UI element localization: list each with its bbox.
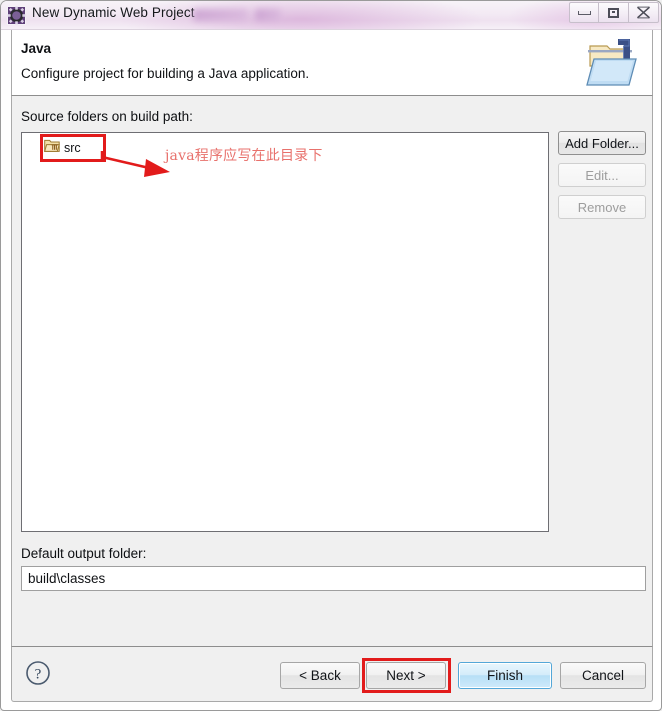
title-bar[interactable]: New Dynamic Web Project: [1, 1, 661, 30]
annotation-highlight-box: [40, 134, 106, 162]
minimize-icon[interactable]: [569, 2, 599, 23]
next-button[interactable]: Next >: [366, 662, 446, 689]
wizard-page-body: Source folders on build path: src java程序…: [11, 96, 653, 646]
wizard-window: New Dynamic Web Project Java Configure p…: [0, 0, 662, 711]
redacted-title-suffix-2: [255, 9, 281, 21]
page-description: Configure project for building a Java ap…: [21, 66, 310, 81]
help-question-icon[interactable]: ?: [25, 660, 51, 686]
back-button[interactable]: < Back: [280, 662, 360, 689]
default-output-folder-label: Default output folder:: [21, 546, 147, 561]
annotation-text: java程序应写在此目录下: [165, 148, 323, 164]
wizard-header: Java Configure project for building a Ja…: [11, 30, 653, 96]
remove-button: Remove: [558, 195, 646, 219]
cancel-button[interactable]: Cancel: [560, 662, 646, 689]
java-folder-icon: [582, 33, 644, 91]
page-title: Java: [21, 41, 52, 56]
source-folders-list[interactable]: src java程序应写在此目录下: [21, 132, 549, 532]
window-frame: New Dynamic Web Project Java Configure p…: [0, 0, 662, 711]
default-output-folder-input[interactable]: [21, 566, 646, 591]
window-title: New Dynamic Web Project: [32, 5, 195, 20]
window-controls: [569, 2, 659, 24]
finish-button[interactable]: Finish: [458, 662, 552, 689]
maximize-icon[interactable]: [599, 2, 629, 23]
source-folders-label: Source folders on build path:: [21, 109, 193, 124]
add-folder-button[interactable]: Add Folder...: [558, 131, 646, 155]
close-icon[interactable]: [629, 2, 659, 23]
edit-button: Edit...: [558, 163, 646, 187]
svg-text:?: ?: [35, 667, 42, 683]
eclipse-gear-icon: [7, 6, 26, 25]
wizard-footer: ? < Back Next > Finish Cancel: [11, 646, 653, 702]
redacted-title-suffix: [193, 9, 248, 21]
